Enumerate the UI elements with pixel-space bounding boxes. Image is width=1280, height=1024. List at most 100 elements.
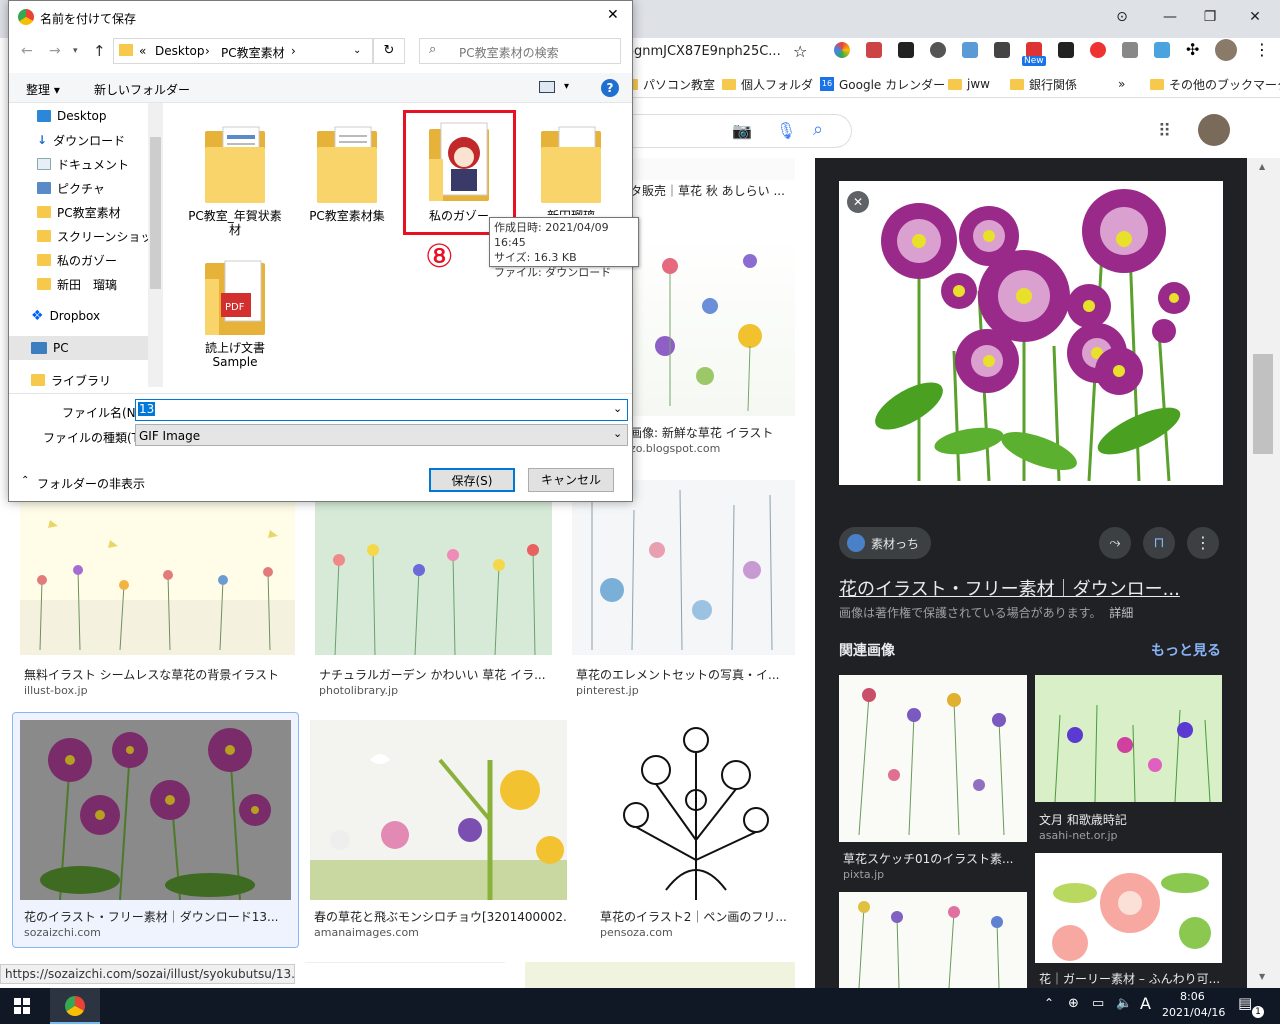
chevron-up-icon[interactable]: ⌃ [21, 475, 29, 486]
nav-item-pc-material[interactable]: PC教室素材 [37, 201, 121, 223]
breadcrumb-sep[interactable]: › [291, 44, 296, 58]
cancel-button[interactable]: キャンセル [528, 468, 614, 492]
result-title[interactable]: 無料イラスト シームレスな草花の背景イラスト [24, 666, 294, 683]
forward-arrow-icon[interactable]: → [49, 43, 61, 59]
refresh-icon[interactable]: ↻ [373, 38, 405, 64]
extensions-puzzle-icon[interactable]: ✣ [1186, 40, 1199, 59]
result-title[interactable]: 草花のイラスト2｜ペン画のフリ... [600, 908, 795, 925]
nav-item-my-images[interactable]: 私のガゾー [37, 249, 117, 271]
nav-item-pictures[interactable]: ピクチャ [37, 177, 105, 199]
filetype-dropdown-icon[interactable]: ⌄ [613, 427, 622, 440]
result-image-selected[interactable] [20, 720, 291, 900]
result-site[interactable]: pensoza.com [600, 926, 673, 939]
extension-red-icon[interactable] [1090, 42, 1106, 58]
filename-input[interactable] [135, 399, 628, 421]
extension-window-icon[interactable] [898, 42, 914, 58]
related-image[interactable] [1035, 853, 1222, 963]
start-windows-icon[interactable] [14, 998, 30, 1014]
result-title[interactable]: 花のイラスト・フリー素材｜ダウンロード13... [24, 908, 294, 925]
scrollbar-thumb[interactable] [1253, 354, 1273, 454]
scroll-down-icon[interactable]: ▼ [1259, 972, 1265, 981]
result-site[interactable]: pinterest.jp [576, 684, 639, 697]
result-site[interactable]: illust-box.jp [24, 684, 88, 697]
related-image[interactable] [839, 892, 1027, 989]
more-link[interactable]: もっと見る [1151, 640, 1221, 660]
save-button[interactable]: 保存(S) [429, 468, 515, 492]
related-title[interactable]: 花｜ガーリー素材 – ふんわり可... [1039, 970, 1223, 987]
breadcrumb-sep[interactable]: › [205, 44, 210, 58]
result-image[interactable] [572, 480, 795, 655]
result-site[interactable]: amanaimages.com [314, 926, 419, 939]
result-image[interactable] [525, 962, 795, 988]
nav-item-downloads[interactable]: ↓ ダウンロード [37, 129, 125, 151]
bookmark-google-calendar[interactable]: 16 Google カレンダー [820, 76, 945, 92]
extension-screenshot-icon[interactable] [866, 42, 882, 58]
result-title[interactable]: 草花のエレメントセットの写真・イ... [576, 666, 791, 683]
microphone-icon[interactable]: 🎙 [776, 121, 796, 140]
nav-item-library[interactable]: ライブラリ [31, 369, 111, 391]
folder-icon[interactable] [315, 121, 379, 207]
tray-chevron-icon[interactable]: ⌃ [1044, 996, 1054, 1010]
result-title[interactable]: 画像: 新鮮な草花 イラスト [630, 424, 790, 441]
result-image[interactable] [630, 158, 795, 180]
filetype-select[interactable] [135, 424, 628, 446]
breadcrumb-dropdown-icon[interactable]: ⌄ [353, 45, 361, 56]
detail-link[interactable]: 詳細 [1109, 606, 1133, 620]
preview-image[interactable] [839, 181, 1223, 485]
related-title[interactable]: 草花スケッチ01のイラスト素... [843, 850, 1027, 867]
breadcrumb-pc-material[interactable]: PC教室素材 [221, 44, 285, 61]
recent-dropdown-icon[interactable]: ▾ [73, 46, 78, 56]
related-image[interactable] [1035, 675, 1222, 803]
result-image[interactable] [630, 236, 795, 416]
volume-icon[interactable]: 🔈 [1116, 996, 1132, 1011]
related-title[interactable]: 文月 和歌歳時記 [1039, 811, 1223, 828]
nav-item-nitta-ruri[interactable]: 新田 瑠璃 [37, 273, 117, 295]
nav-item-screenshots[interactable]: スクリーンショット [37, 225, 164, 247]
nav-item-dropbox[interactable]: ❖ Dropbox [31, 305, 100, 327]
result-title[interactable]: タ販売｜草花 秋 あしらい ... [630, 182, 790, 199]
nav-item-documents[interactable]: ドキュメント [37, 153, 129, 175]
search-icon[interactable]: ⌕ [813, 119, 823, 140]
minimize-button[interactable]: — [1160, 8, 1180, 26]
result-site[interactable]: zo.blogspot.com [630, 442, 720, 455]
dialog-close-icon[interactable]: ✕ [607, 7, 619, 23]
folder-icon[interactable] [427, 119, 491, 205]
extension-dots-icon[interactable] [930, 42, 946, 58]
filename-dropdown-icon[interactable]: ⌄ [613, 402, 622, 415]
nav-item-pc[interactable]: PC [31, 337, 69, 359]
ime-indicator[interactable]: A [1140, 994, 1151, 1013]
tray-app-icon[interactable]: ⊕ [1068, 996, 1079, 1011]
new-folder-button[interactable]: 新しいフォルダー [94, 81, 190, 98]
result-image[interactable] [596, 720, 795, 900]
star-icon[interactable]: ☆ [793, 42, 807, 61]
page-scrollbar[interactable]: ▲ ▼ [1247, 158, 1280, 988]
folder-label[interactable]: PC教室_年賀状素 材 [185, 209, 285, 237]
preview-title-link[interactable]: 花のイラスト・フリー素材｜ダウンロー... [839, 575, 1231, 601]
hide-folders-toggle[interactable]: フォルダーの非表示 [37, 475, 145, 492]
back-arrow-icon[interactable]: ← [21, 43, 33, 59]
organize-button[interactable]: 整理 ▾ [26, 81, 60, 98]
close-window-button[interactable]: ✕ [1245, 8, 1265, 26]
scroll-up-icon[interactable]: ▲ [1259, 162, 1265, 171]
extension-list-icon[interactable] [994, 42, 1010, 58]
result-site[interactable]: sozaizchi.com [24, 926, 101, 939]
view-options-icon[interactable] [539, 81, 555, 93]
result-site[interactable]: photolibrary.jp [319, 684, 398, 697]
related-image[interactable] [839, 675, 1027, 842]
camera-icon[interactable]: 📷 [732, 121, 752, 140]
related-site[interactable]: asahi-net.or.jp [1039, 829, 1118, 842]
folder-label[interactable]: PC教室素材集 [297, 209, 397, 223]
related-site[interactable]: pixta.jp [843, 868, 884, 881]
apps-grid-icon[interactable]: ⠿ [1158, 121, 1171, 142]
extension-doc-icon[interactable] [962, 42, 978, 58]
profile-avatar[interactable] [1215, 39, 1237, 61]
extension-g-icon[interactable] [1122, 42, 1138, 58]
chrome-menu-icon[interactable]: ⋮ [1254, 40, 1270, 59]
extension-cloudhq-icon[interactable] [1058, 42, 1074, 58]
folder-icon[interactable] [203, 121, 267, 207]
share-icon[interactable]: ⤳ [1099, 527, 1131, 559]
up-arrow-icon[interactable]: ↑ [93, 42, 106, 60]
result-title[interactable]: ナチュラルガーデン かわいい 草花 イラ... [319, 666, 551, 683]
result-image[interactable] [315, 500, 552, 655]
bookmark-personal[interactable]: 個人フォルダ [722, 76, 813, 92]
